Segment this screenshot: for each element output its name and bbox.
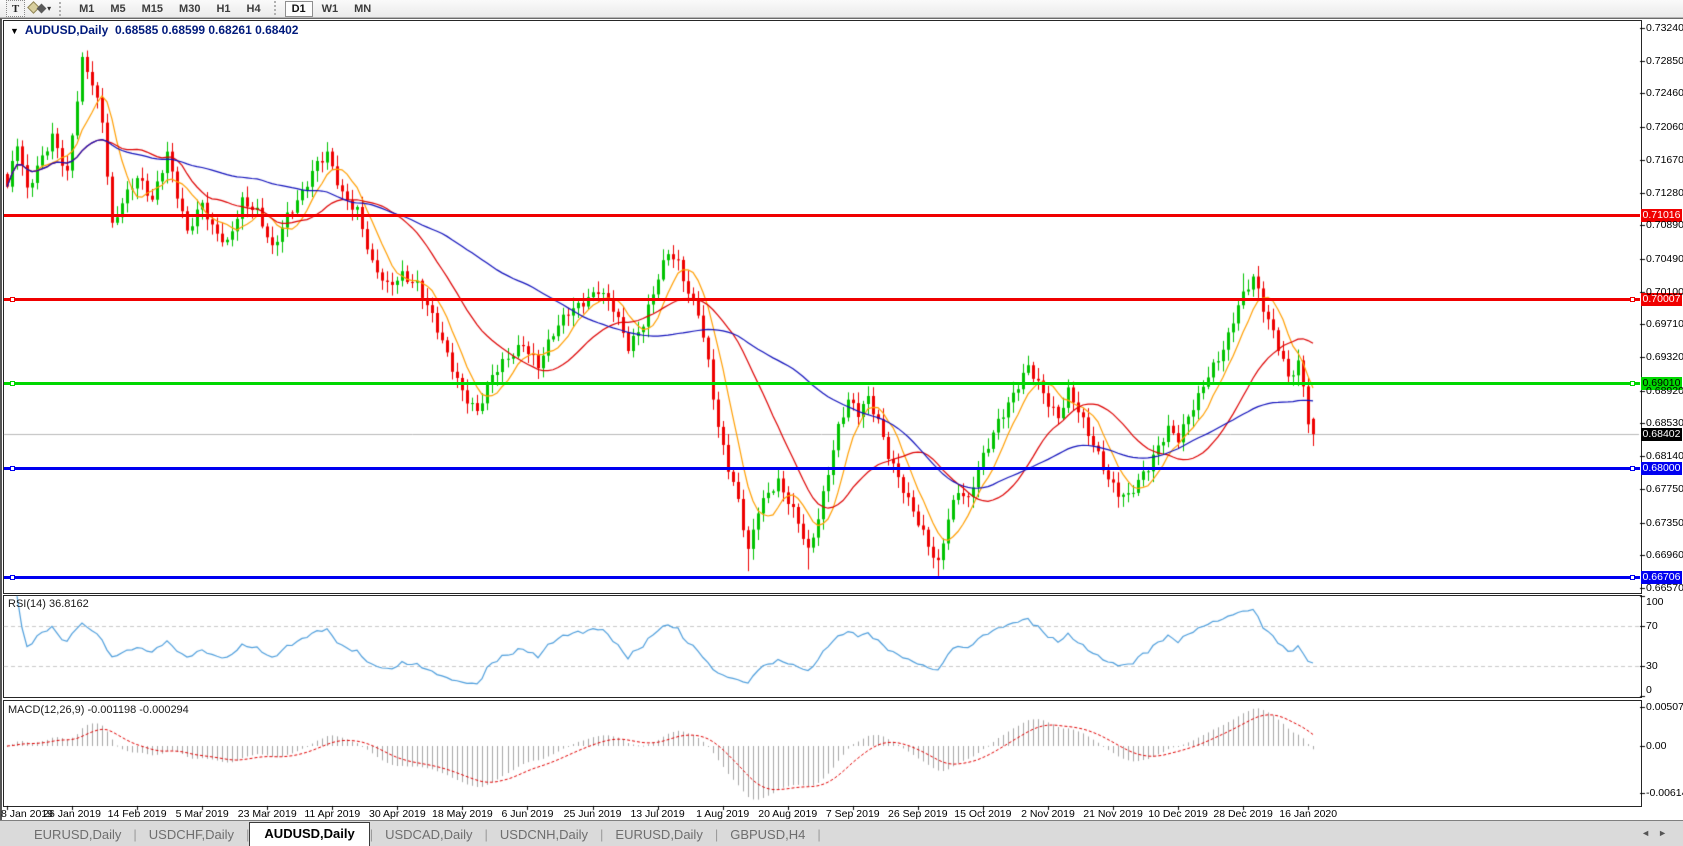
date-label: 14 Feb 2019	[108, 808, 167, 820]
rsi-label: RSI(14) 36.8162	[8, 598, 89, 610]
price-tick-label: 0.68140	[1646, 450, 1683, 462]
chart-canvas[interactable]	[0, 0, 1683, 846]
line-handle[interactable]	[10, 381, 15, 386]
price-tick-label: 0.72850	[1646, 55, 1683, 67]
date-label: 10 Dec 2019	[1148, 808, 1208, 820]
date-label: 1 Aug 2019	[696, 808, 749, 820]
support-line-blue-1[interactable]	[4, 467, 1640, 470]
date-label: 28 Dec 2019	[1213, 808, 1273, 820]
date-label: 20 Aug 2019	[758, 808, 817, 820]
date-label: 15 Oct 2019	[954, 808, 1011, 820]
price-tick-label: 0.70100	[1646, 286, 1683, 298]
ohlc-values: 0.68585 0.68599 0.68261 0.68402	[115, 23, 299, 37]
tab-scrollers: ◄►	[1641, 828, 1675, 838]
current-price-label: 0.68402	[1641, 428, 1682, 441]
price-tick-label: 0.73240	[1646, 22, 1683, 34]
price-tick-label: 0.72060	[1646, 121, 1683, 133]
date-label: 6 Jun 2019	[501, 808, 553, 820]
resistance-line-1[interactable]	[4, 214, 1640, 217]
tab-eurusd-daily[interactable]: EURUSD,Daily	[22, 824, 133, 846]
line-handle[interactable]	[10, 575, 15, 580]
symbol-dropdown-icon[interactable]: ▼	[10, 26, 19, 36]
macd-label: MACD(12,26,9) -0.001198 -0.000294	[8, 704, 189, 716]
price-tick-label: 0.69320	[1646, 351, 1683, 363]
price-tick-label: 0.66570	[1646, 582, 1683, 594]
price-tick-label: 0.67350	[1646, 517, 1683, 529]
support-line-green[interactable]	[4, 382, 1640, 385]
tab-gbpusd-h4[interactable]: GBPUSD,H4	[718, 824, 817, 846]
price-tick-label: 0.67750	[1646, 483, 1683, 495]
date-label: 26 Sep 2019	[888, 808, 948, 820]
rsi-level-label: 30	[1646, 660, 1658, 672]
price-tick-label: 0.68530	[1646, 417, 1683, 429]
date-label: 7 Sep 2019	[826, 808, 880, 820]
rsi-level-label: 100	[1646, 596, 1664, 608]
date-label: 13 Jul 2019	[630, 808, 684, 820]
rsi-level-label: 70	[1646, 620, 1658, 632]
tab-audusd-daily[interactable]: AUDUSD,Daily	[249, 822, 369, 846]
tab-bar: EURUSD,Daily|USDCHF,Daily|AUDUSD,Daily|U…	[0, 820, 1683, 846]
support-line-blue-2[interactable]	[4, 576, 1640, 579]
resistance-line-2[interactable]	[4, 298, 1640, 301]
tab-usdchf-daily[interactable]: USDCHF,Daily	[137, 824, 246, 846]
tab-scroll-left-icon[interactable]: ◄	[1641, 828, 1658, 838]
symbol-label: AUDUSD,Daily	[25, 23, 108, 37]
tab-usdcnh-daily[interactable]: USDCNH,Daily	[488, 824, 600, 846]
line-handle[interactable]	[1630, 575, 1635, 580]
hline-price-label: 0.68000	[1641, 462, 1682, 475]
rsi-level-label: 0	[1646, 684, 1652, 696]
line-handle[interactable]	[1630, 297, 1635, 302]
price-tick-label: 0.69710	[1646, 318, 1683, 330]
macd-axis-label: 0.005076	[1646, 701, 1683, 713]
tab-usdcad-daily[interactable]: USDCAD,Daily	[373, 824, 484, 846]
line-handle[interactable]	[10, 466, 15, 471]
price-tick-label: 0.70490	[1646, 253, 1683, 265]
date-label: 26 Jan 2019	[43, 808, 101, 820]
date-label: 30 Apr 2019	[369, 808, 426, 820]
tab-eurusd-daily[interactable]: EURUSD,Daily	[603, 824, 714, 846]
date-label: 16 Jan 2020	[1279, 808, 1337, 820]
macd-axis-label: 0.00	[1646, 740, 1666, 752]
date-label: 23 Mar 2019	[238, 808, 297, 820]
price-tick-label: 0.71670	[1646, 154, 1683, 166]
chart-title: ▼ AUDUSD,Daily 0.68585 0.68599 0.68261 0.…	[10, 23, 298, 37]
date-label: 25 Jun 2019	[564, 808, 622, 820]
price-tick-label: 0.71280	[1646, 187, 1683, 199]
line-handle[interactable]	[1630, 466, 1635, 471]
date-label: 5 Mar 2019	[176, 808, 229, 820]
price-tick-label: 0.66960	[1646, 549, 1683, 561]
line-handle[interactable]	[1630, 381, 1635, 386]
date-label: 11 Apr 2019	[304, 808, 360, 820]
price-tick-label: 0.68920	[1646, 385, 1683, 397]
tab-scroll-right-icon[interactable]: ►	[1658, 828, 1675, 838]
line-handle[interactable]	[10, 297, 15, 302]
macd-axis-label: -0.006148	[1646, 787, 1683, 799]
mt4-application: T ▾ M1M5M15M30H1H4D1W1MN ▼AUDUSD,Daily 0…	[0, 0, 1683, 846]
date-label: 18 May 2019	[432, 808, 493, 820]
price-tick-label: 0.72460	[1646, 87, 1683, 99]
date-label: 2 Nov 2019	[1021, 808, 1075, 820]
date-label: 21 Nov 2019	[1083, 808, 1143, 820]
tab-separator: |	[817, 827, 820, 846]
price-tick-label: 0.70890	[1646, 219, 1683, 231]
